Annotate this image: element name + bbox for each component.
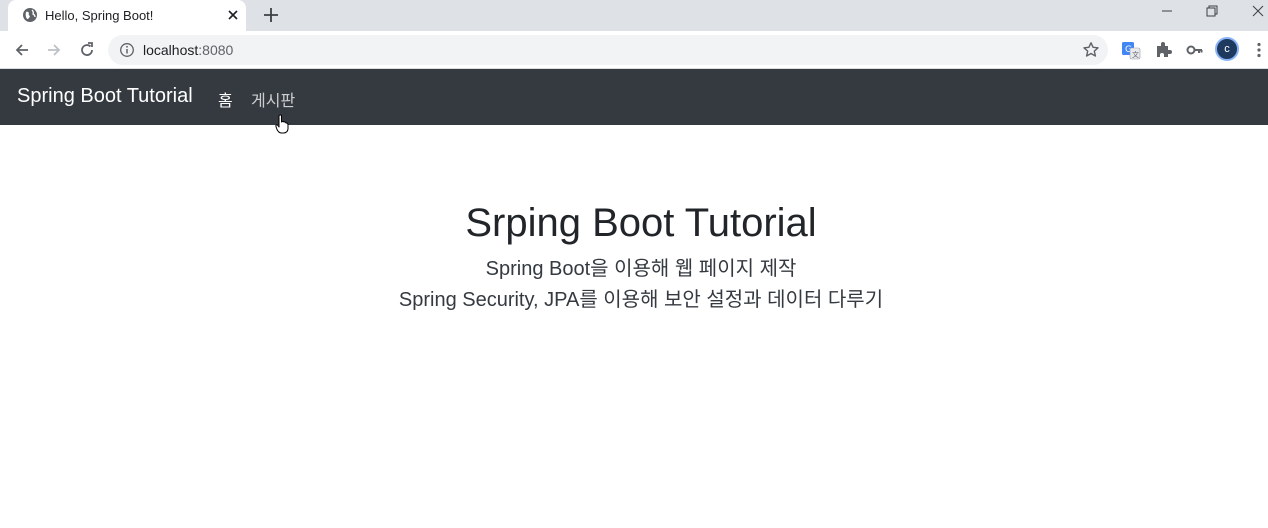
profile-avatar[interactable]: c [1215,37,1239,61]
browser-toolbar: localhost:8080 G 文 c [0,31,1268,69]
close-icon[interactable] [225,7,241,23]
restore-icon[interactable] [1205,4,1219,18]
hero-lead: Spring Boot을 이용해 웹 페이지 제작 Spring Securit… [0,254,1268,316]
hero-line-2: Spring Security, JPA를 이용해 보안 설정과 데이터 다루기 [398,289,884,311]
hand-pointer-cursor-icon [275,114,289,134]
new-tab-plus-icon[interactable] [262,6,280,24]
svg-text:文: 文 [1132,50,1139,59]
key-icon[interactable] [1185,40,1205,60]
url-host: localhost [143,42,199,58]
navbar-brand[interactable]: Spring Boot Tutorial [17,85,193,108]
translate-extension-icon[interactable]: G 文 [1121,40,1141,60]
extensions-puzzle-icon[interactable] [1153,40,1173,60]
forward-arrow-icon[interactable] [45,41,63,59]
url-text: localhost:8080 [143,42,233,58]
nav-link-home[interactable]: 홈 [218,87,233,111]
reload-icon[interactable] [78,41,96,59]
browser-tab-strip: Hello, Spring Boot! [0,0,1268,31]
tab-title: Hello, Spring Boot! [45,8,154,23]
menu-kebab-icon[interactable] [1249,40,1268,60]
hero-line-1: Spring Boot을 이용해 웹 페이지 제작 [485,258,797,280]
site-navbar: Spring Boot Tutorial 홈 게시판 [0,69,1268,125]
minimize-icon[interactable] [1160,4,1174,18]
globe-icon [23,8,37,22]
info-icon[interactable] [119,42,135,58]
address-bar[interactable]: localhost:8080 [108,35,1108,65]
url-port: :8080 [198,42,234,58]
hero-title: Srping Boot Tutorial [465,201,817,245]
browser-tab[interactable]: Hello, Spring Boot! [8,0,246,31]
hero-section: Srping Boot Tutorial Spring Boot을 이용해 웹 … [0,196,1268,316]
back-arrow-icon[interactable] [13,41,31,59]
bookmark-star-icon[interactable] [1082,41,1100,59]
window-close-icon[interactable] [1251,4,1265,18]
nav-link-board[interactable]: 게시판 [251,87,295,111]
